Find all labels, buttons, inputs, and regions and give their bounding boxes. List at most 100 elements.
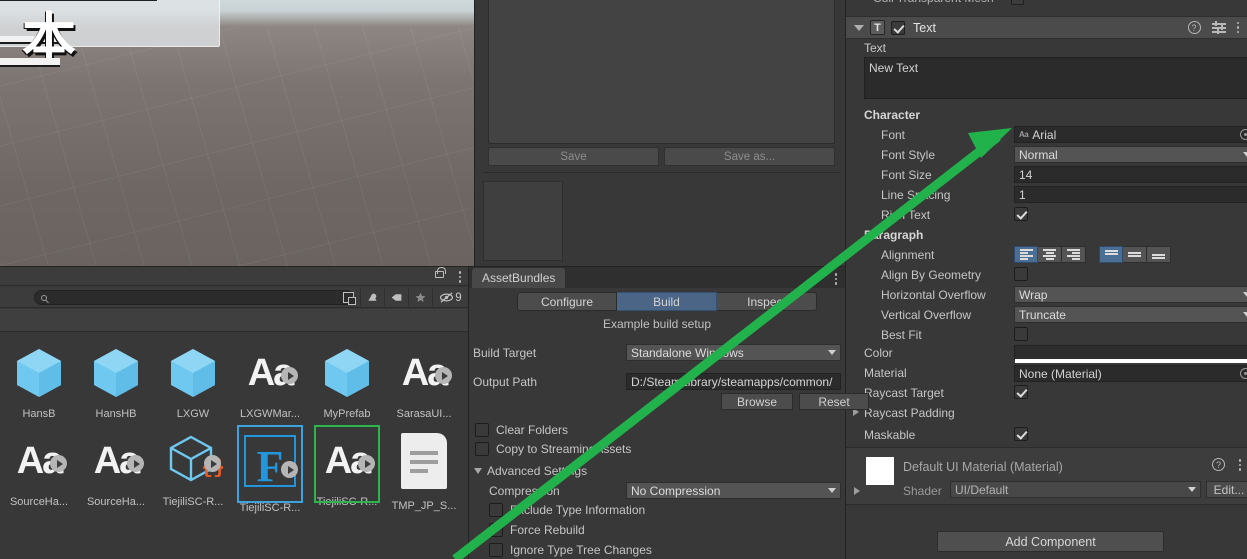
horizontal-overflow-dropdown[interactable]: Wrap <box>1014 286 1247 303</box>
tab-configure[interactable]: Configure <box>517 292 617 311</box>
ignore-type-tree-checkbox[interactable] <box>489 543 503 557</box>
chevron-down-icon <box>1243 152 1247 157</box>
asset-label: TiejiliSC-R... <box>239 502 301 514</box>
asset-item[interactable]: Aa SarasaUI... <box>385 341 463 420</box>
scene-view[interactable]: 本 <box>0 0 474 266</box>
clear-folders-checkbox[interactable] <box>475 423 489 437</box>
object-picker-icon[interactable] <box>1240 129 1247 140</box>
favorites-button[interactable] <box>408 289 432 306</box>
asset-label: LXGW <box>176 408 210 420</box>
compression-dropdown[interactable]: No Compression <box>626 482 841 499</box>
reset-button[interactable]: Reset <box>799 393 869 410</box>
text-input[interactable]: New Text <box>864 57 1247 99</box>
output-path-input[interactable]: D:/SteamLibrary/steamapps/common/ <box>626 373 841 390</box>
asset-item[interactable]: HansB <box>0 341 78 420</box>
alignment-vertical-group <box>1099 246 1171 263</box>
align-by-geometry-checkbox[interactable] <box>1014 267 1028 281</box>
text-component-header[interactable]: T Text ? <box>846 16 1247 39</box>
maskable-checkbox[interactable] <box>1014 427 1028 441</box>
header-icon-group: ? <box>1187 21 1239 34</box>
hidden-assets-button[interactable]: 9 <box>432 289 468 306</box>
add-component-button[interactable]: Add Component <box>937 531 1164 552</box>
copy-streaming-checkbox[interactable] <box>475 442 489 456</box>
tab-build[interactable]: Build <box>617 292 717 311</box>
inspector-panel: Cull Transparent Mesh T Text ? Text New … <box>845 0 1247 559</box>
color-swatch[interactable] <box>1014 345 1247 363</box>
project-search-bar: 9 <box>0 287 468 308</box>
chevron-down-icon <box>828 350 836 355</box>
component-enabled-checkbox[interactable] <box>891 20 905 35</box>
align-center-button[interactable] <box>1038 246 1062 263</box>
asset-item[interactable]: LXGW <box>154 341 232 420</box>
font-style-label: Font Style <box>881 148 936 162</box>
cull-transparent-mesh-checkbox[interactable] <box>1011 0 1024 5</box>
best-fit-checkbox[interactable] <box>1014 327 1028 341</box>
exclude-type-checkbox[interactable] <box>489 503 503 517</box>
asset-item[interactable]: Aa SourceHa... <box>77 429 155 508</box>
lock-icon[interactable] <box>435 267 446 278</box>
ignore-type-tree-row[interactable]: Ignore Type Tree Changes <box>489 543 652 557</box>
object-picker-icon[interactable] <box>1240 368 1247 379</box>
force-rebuild-row[interactable]: Force Rebuild <box>489 523 585 537</box>
cull-transparent-mesh-row: Cull Transparent Mesh <box>846 0 1247 8</box>
vertical-overflow-dropdown[interactable]: Truncate <box>1014 306 1247 323</box>
asset-item[interactable]: MyPrefab <box>308 341 386 420</box>
help-icon[interactable]: ? <box>1212 458 1225 471</box>
project-toolbar <box>0 267 468 286</box>
browse-button[interactable]: Browse <box>721 393 793 410</box>
tab-inspect[interactable]: Inspect <box>717 292 817 311</box>
asset-item[interactable]: Aa LXGWMar... <box>231 341 309 420</box>
more-options-icon[interactable] <box>1238 459 1241 471</box>
save-as-button[interactable]: Save as... <box>664 147 835 166</box>
advanced-settings-foldout[interactable]: Advanced Settings <box>474 464 587 478</box>
align-right-button[interactable] <box>1062 246 1086 263</box>
shader-dropdown[interactable]: UI/Default <box>950 481 1201 498</box>
font-style-dropdown[interactable]: Normal <box>1014 146 1247 163</box>
breadcrumb <box>0 309 468 332</box>
shader-label: Shader <box>903 484 942 498</box>
font-file-icon: F <box>238 435 302 499</box>
raycast-target-checkbox[interactable] <box>1014 385 1028 399</box>
filter-type-button[interactable] <box>360 289 384 306</box>
more-options-icon[interactable] <box>1236 21 1239 34</box>
shader-edit-button[interactable]: Edit... <box>1206 481 1247 498</box>
build-target-dropdown[interactable]: Standalone Windows <box>626 344 841 361</box>
asset-item[interactable]: Aa TiejiliSC-R... <box>308 425 386 508</box>
align-left-button[interactable] <box>1014 246 1038 263</box>
prefab-cube-icon <box>161 341 225 405</box>
search-input[interactable] <box>34 290 354 305</box>
asset-item[interactable]: Aa SourceHa... <box>0 429 78 508</box>
mode-segment-group: Configure Build Inspect <box>517 292 817 311</box>
font-label: Font <box>881 128 906 142</box>
material-field[interactable]: None (Material) <box>1014 365 1247 382</box>
save-button[interactable]: Save <box>488 147 659 166</box>
chevron-down-icon <box>1243 312 1247 317</box>
help-icon[interactable]: ? <box>1187 21 1201 34</box>
line-spacing-input[interactable]: 1 <box>1014 186 1247 203</box>
clear-folders-row[interactable]: Clear Folders <box>475 423 568 437</box>
asset-item[interactable]: HansHB <box>77 341 155 420</box>
more-options-icon[interactable] <box>458 271 461 283</box>
filter-label-button[interactable] <box>384 289 408 306</box>
align-middle-button[interactable] <box>1123 246 1147 263</box>
asset-item[interactable]: F TiejiliSC-R... <box>231 425 309 514</box>
asset-item[interactable]: {} TiejiliSC-R... <box>154 429 232 508</box>
save-search-button[interactable] <box>336 289 360 306</box>
rich-text-checkbox[interactable] <box>1014 207 1028 221</box>
preset-icon[interactable] <box>1211 21 1226 34</box>
copy-streaming-row[interactable]: Copy to StreamingAssets <box>475 442 631 456</box>
asset-label: SourceHa... <box>9 496 69 508</box>
tab-assetbundles[interactable]: AssetBundles <box>472 268 566 288</box>
chevron-down-icon <box>1188 487 1196 492</box>
chevron-down-icon[interactable] <box>854 24 864 31</box>
font-size-input[interactable]: 14 <box>1014 166 1247 183</box>
align-bottom-button[interactable] <box>1147 246 1171 263</box>
align-top-button[interactable] <box>1099 246 1123 263</box>
asset-item[interactable]: TMP_JP_S... <box>385 429 463 512</box>
chevron-right-icon[interactable] <box>854 487 860 495</box>
exclude-type-row[interactable]: Exclude Type Information <box>489 503 645 517</box>
force-rebuild-checkbox[interactable] <box>489 523 503 537</box>
font-field[interactable]: Aa Arial <box>1014 126 1247 143</box>
more-options-icon[interactable] <box>834 273 837 285</box>
output-path-label: Output Path <box>473 375 538 389</box>
